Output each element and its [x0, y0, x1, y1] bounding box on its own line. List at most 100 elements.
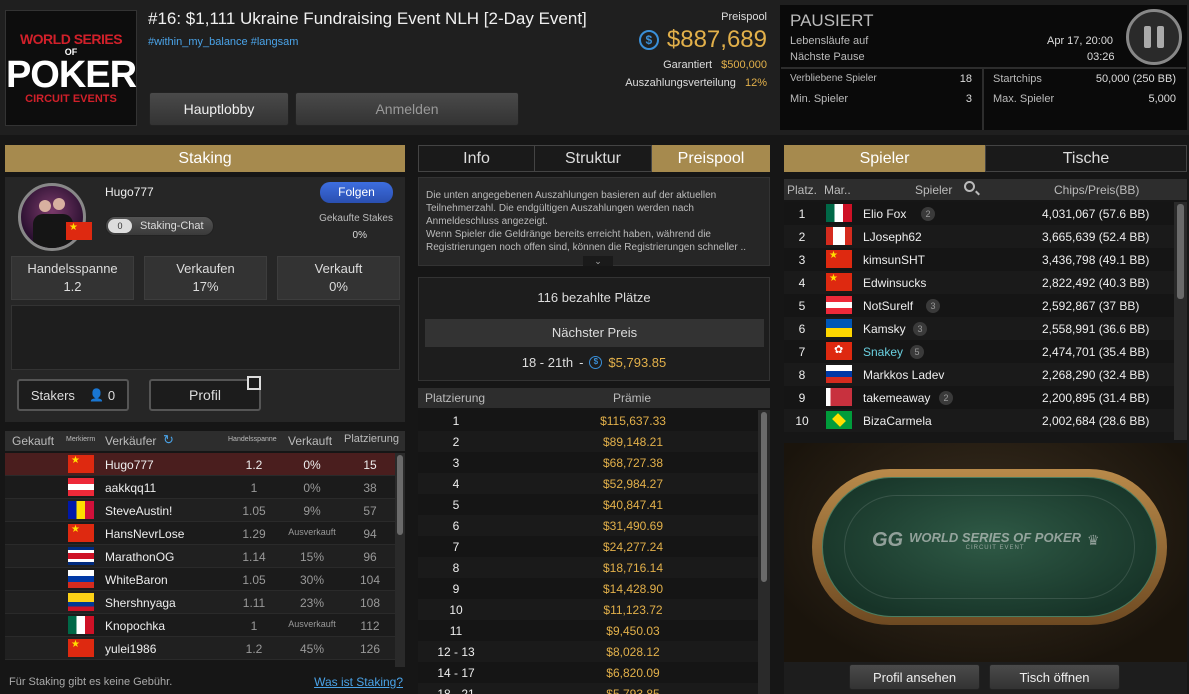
col-sold[interactable]: Verkauft [288, 434, 332, 448]
col-mark[interactable]: Mar.. [824, 183, 851, 197]
next-prize-row: 18 - 21th - $ $5,793.85 [418, 355, 770, 370]
player-row[interactable]: 1 Elio Fox 2 4,031,067 (57.6 BB) [784, 202, 1174, 225]
player-row[interactable]: 7 Snakey 5 2,474,701 (35.4 BB) [784, 340, 1174, 363]
staking-row[interactable]: Knopochka 1 Ausverkauft 112 [5, 614, 395, 637]
refresh-icon[interactable]: ↻ [163, 432, 174, 448]
table-logo-sub: CIRCUIT EVENT [965, 545, 1025, 551]
staking-row[interactable]: MarathonOG 1.14 15% 96 [5, 545, 395, 568]
staking-row[interactable]: Shershnyaga 1.11 23% 108 [5, 591, 395, 614]
col-rank[interactable]: Platz. [787, 183, 817, 197]
col-bought[interactable]: Gekauft [12, 434, 54, 448]
staking-chat-button[interactable]: 0 Staking-Chat [105, 216, 214, 236]
player-chips: 2,200,895 (31.4 BB) [1042, 391, 1150, 405]
country-flag-icon [826, 250, 852, 268]
country-flag-icon [68, 639, 94, 657]
prize-table-header: Platzierung Prämie [418, 388, 770, 408]
prize-row: 11 $9,450.03 [418, 620, 758, 641]
prizepool-label: Preispool [721, 11, 767, 23]
dollar-coin-icon: $ [638, 30, 659, 50]
staking-scrollbar[interactable] [395, 453, 405, 667]
player-row[interactable]: 6 Kamsky 3 2,558,991 (36.6 BB) [784, 317, 1174, 340]
stat-sold-value: 0% [329, 279, 348, 294]
player-row[interactable]: 3 kimsunSHT 3,436,798 (49.1 BB) [784, 248, 1174, 271]
startchips-value: 50,000 (250 BB) [1095, 73, 1176, 85]
logo-line3: POKER [5, 54, 137, 96]
player-scrollbar[interactable] [1174, 202, 1187, 440]
col-chips[interactable]: Chips/Preis(BB) [1054, 183, 1139, 197]
staking-row[interactable]: WhiteBaron 1.05 30% 104 [5, 568, 395, 591]
staking-row[interactable]: Hugo777 1.2 0% 15 [5, 453, 395, 476]
place-value: 126 [359, 642, 381, 656]
prize-place: 2 [452, 435, 460, 449]
prize-place: 10 [449, 603, 463, 617]
expand-chevron-icon[interactable]: ⌄ [583, 256, 613, 266]
view-profile-button[interactable]: Profil ansehen [849, 664, 980, 690]
staking-row[interactable]: aakkqq11 1 0% 38 [5, 476, 395, 499]
col-player[interactable]: Spieler [915, 183, 952, 197]
tab-tables[interactable]: Tische [985, 145, 1187, 172]
event-tags[interactable]: #within_my_balance #langsam [148, 36, 298, 48]
col-seller[interactable]: Verkäufer [105, 434, 156, 448]
guaranteed-label: Garantiert [663, 59, 713, 71]
country-flag-icon [826, 296, 852, 314]
markup-value: 1.2 [245, 642, 263, 656]
col-marked[interactable]: Merkierm [66, 436, 95, 443]
player-row[interactable]: 5 NotSurelf 3 2,592,867 (37 BB) [784, 294, 1174, 317]
tab-players[interactable]: Spieler [784, 145, 985, 172]
stat-sold: Verkauft 0% [277, 256, 400, 300]
table-preview: GG WORLD SERIES OF POKER CIRCUIT EVENT ♛ [784, 443, 1187, 662]
player-row[interactable]: 4 Edwinsucks 2,822,492 (40.3 BB) [784, 271, 1174, 294]
tab-prizepool[interactable]: Preispool [652, 145, 770, 172]
seller-name: Hugo777 [105, 458, 154, 472]
prize-row: 8 $18,716.14 [418, 557, 758, 578]
country-flag-icon [68, 547, 94, 565]
player-search-icon[interactable] [964, 181, 975, 192]
prize-place: 6 [452, 519, 460, 533]
sold-value: 0% [303, 481, 321, 495]
prize-amount: $115,637.33 [600, 414, 666, 428]
stat-sell-value: 17% [192, 279, 219, 294]
staking-row[interactable]: SteveAustin! 1.05 9% 57 [5, 499, 395, 522]
markup-value: 1.05 [242, 504, 266, 518]
player-name: Edwinsucks [863, 276, 927, 290]
what-is-staking-link[interactable]: Was ist Staking? [314, 675, 403, 689]
pause-button[interactable] [1126, 9, 1182, 65]
register-button[interactable]: Anmelden [295, 92, 519, 126]
col-place[interactable]: Platzierung [344, 433, 399, 445]
follow-button[interactable]: Folgen [320, 182, 393, 203]
open-table-button[interactable]: Tisch öffnen [989, 664, 1120, 690]
col-markup[interactable]: Handelsspanne [228, 436, 277, 443]
stakers-count: 0 [107, 387, 116, 403]
profile-button[interactable]: Profil [149, 379, 261, 411]
player-row[interactable]: 8 Markkos Ladev 2,268,290 (32.4 BB) [784, 363, 1174, 386]
prize-place: 4 [452, 477, 460, 491]
main-lobby-button[interactable]: Hauptlobby [149, 92, 289, 126]
stakers-button[interactable]: Stakers 👤 0 [17, 379, 129, 411]
player-chips: 2,558,991 (36.6 BB) [1042, 322, 1150, 336]
prize-place: 11 [449, 624, 463, 638]
player-rank: 5 [798, 299, 806, 313]
prize-place: 3 [452, 456, 460, 470]
prize-amount: $6,820.09 [606, 666, 660, 680]
next-prize-range: 18 - 21th [521, 355, 574, 370]
stakers-label: Stakers [30, 387, 75, 403]
guaranteed-value: $500,000 [721, 59, 767, 71]
tab-info[interactable]: Info [418, 145, 535, 172]
payout-label: Auszahlungsverteilung [625, 77, 736, 89]
staking-table-header: Gekauft Merkierm Verkäufer ↻ Handelsspan… [5, 431, 405, 451]
remaining-label: Verbliebene Spieler [790, 73, 877, 84]
chat-count-badge: 0 [108, 219, 132, 233]
prize-row: 12 - 13 $8,028.12 [418, 641, 758, 662]
player-rank: 1 [798, 207, 806, 221]
tab-structure[interactable]: Struktur [535, 145, 652, 172]
staking-row[interactable]: yulei1986 1.2 45% 126 [5, 637, 395, 660]
external-link-icon [247, 376, 261, 390]
player-badge: 3 [913, 322, 927, 336]
player-row[interactable]: 2 LJoseph62 3,665,639 (52.4 BB) [784, 225, 1174, 248]
player-row[interactable]: 9 takemeaway 2 2,200,895 (31.4 BB) [784, 386, 1174, 409]
prize-scrollbar[interactable] [758, 410, 770, 694]
player-row[interactable]: 10 BizaCarmela 2,002,684 (28.6 BB) [784, 409, 1174, 432]
staking-row[interactable]: HansNevrLose 1.29 Ausverkauft 94 [5, 522, 395, 545]
player-rank: 3 [798, 253, 806, 267]
bought-stakes-label: Gekaufte Stakes [319, 213, 393, 224]
